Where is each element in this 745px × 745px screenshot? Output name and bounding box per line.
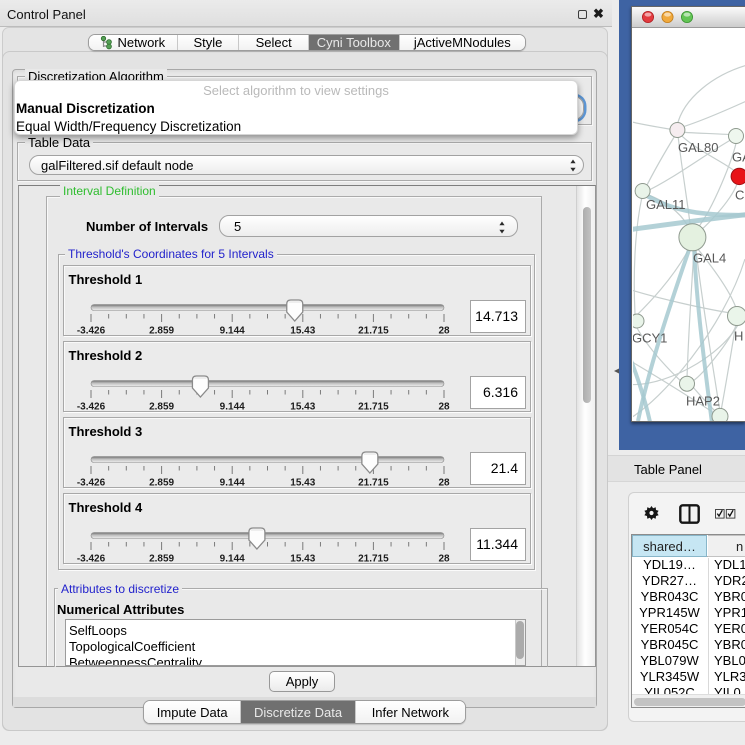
svg-text:-3.426: -3.426 <box>77 402 106 413</box>
svg-text:HAP2: HAP2 <box>686 394 720 409</box>
svg-text:21.715: 21.715 <box>358 478 389 489</box>
svg-text:15.43: 15.43 <box>290 478 315 489</box>
svg-text:28: 28 <box>438 478 450 489</box>
svg-text:2.859: 2.859 <box>149 478 174 489</box>
svg-text:9.144: 9.144 <box>220 478 245 489</box>
svg-text:21.715: 21.715 <box>358 554 389 565</box>
svg-text:GA: GA <box>732 150 745 165</box>
svg-text:15.43: 15.43 <box>290 326 315 337</box>
svg-text:-3.426: -3.426 <box>77 554 106 565</box>
svg-text:21.715: 21.715 <box>358 326 389 337</box>
svg-text:2.859: 2.859 <box>149 402 174 413</box>
svg-text:9.144: 9.144 <box>220 402 245 413</box>
svg-text:21.715: 21.715 <box>358 402 389 413</box>
svg-text:GCY1: GCY1 <box>633 331 667 346</box>
svg-text:C: C <box>735 188 744 203</box>
svg-text:GAL4: GAL4 <box>693 251 726 266</box>
svg-text:28: 28 <box>438 326 450 337</box>
svg-text:-3.426: -3.426 <box>77 326 106 337</box>
svg-text:9.144: 9.144 <box>220 554 245 565</box>
svg-text:28: 28 <box>438 402 450 413</box>
svg-text:15.43: 15.43 <box>290 402 315 413</box>
svg-text:H: H <box>734 329 743 344</box>
svg-text:GAL11: GAL11 <box>646 197 686 212</box>
svg-text:15.43: 15.43 <box>290 554 315 565</box>
svg-text:28: 28 <box>438 554 450 565</box>
svg-text:2.859: 2.859 <box>149 554 174 565</box>
svg-text:-3.426: -3.426 <box>77 478 106 489</box>
svg-text:GAL80: GAL80 <box>678 140 718 155</box>
svg-text:2.859: 2.859 <box>149 326 174 337</box>
svg-text:9.144: 9.144 <box>220 326 245 337</box>
